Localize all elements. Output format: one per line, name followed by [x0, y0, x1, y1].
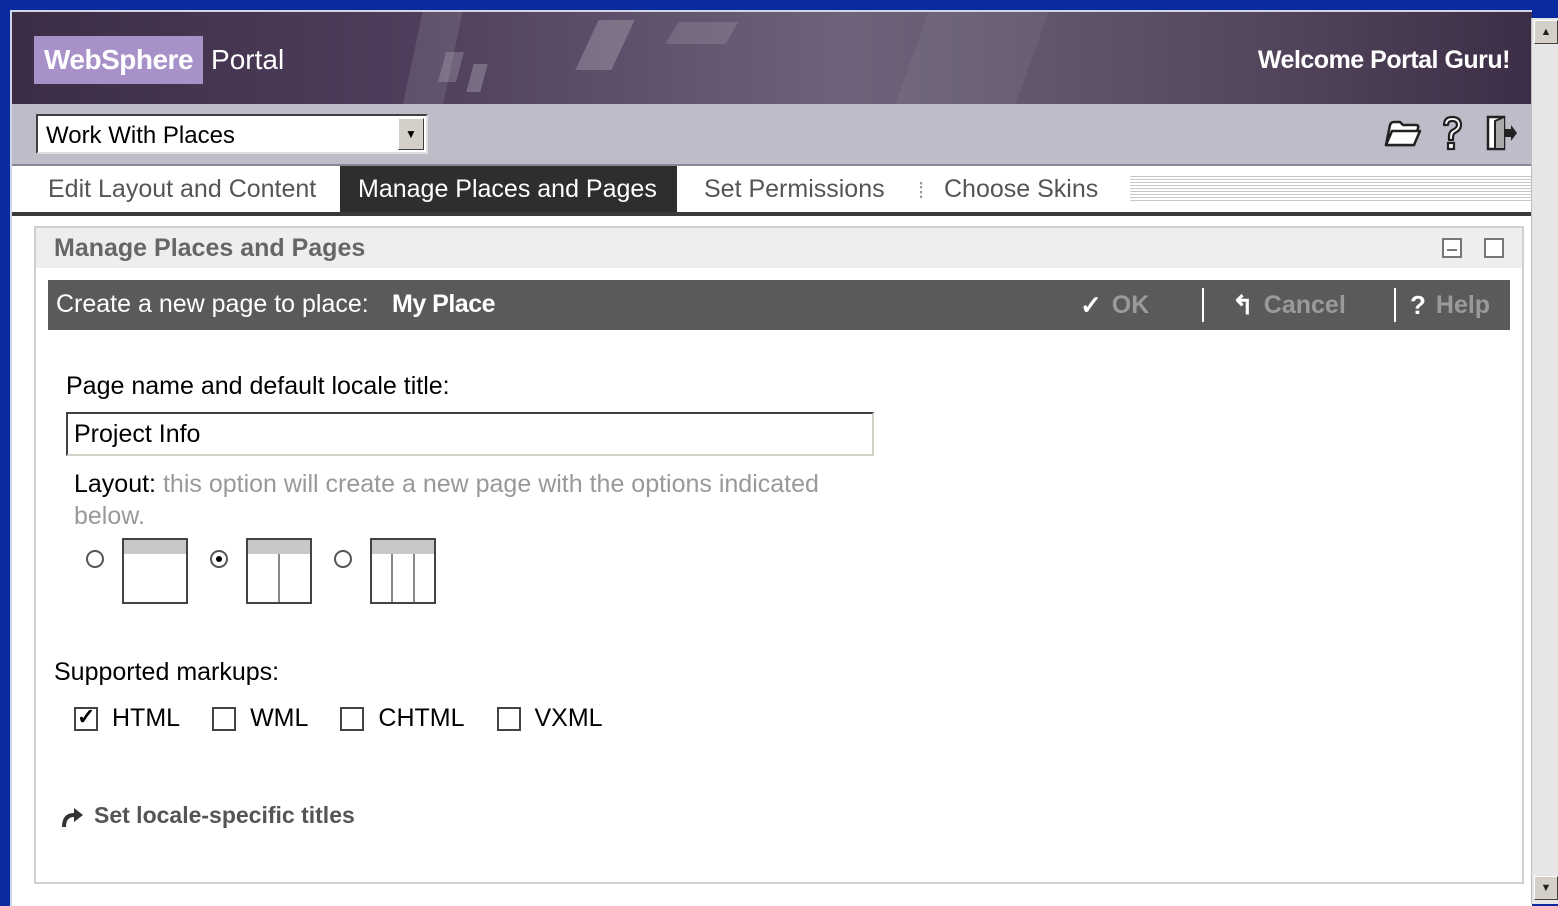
layout-radio-1col[interactable]: [86, 550, 104, 568]
markups-label: Supported markups:: [54, 658, 280, 686]
layout-radio-2col[interactable]: [210, 550, 228, 568]
scroll-up-icon[interactable]: ▲: [1534, 20, 1558, 44]
page-name-label: Page name and default locale title:: [66, 372, 450, 400]
set-locale-titles-link[interactable]: Set locale-specific titles: [58, 802, 355, 829]
vertical-scrollbar[interactable]: ▲ ▼: [1531, 18, 1558, 904]
layout-3-column-icon: [370, 538, 436, 604]
checkmark-icon: ✓: [1080, 290, 1102, 320]
markup-wml-label: WML: [250, 704, 309, 732]
action-bar-label: Create a new page to place:: [56, 290, 369, 318]
redo-arrow-icon: [62, 807, 83, 827]
target-place-name: My Place: [392, 290, 496, 318]
tab-choose-skins[interactable]: Choose Skins: [944, 166, 1098, 212]
portlet-title-bar: Manage Places and Pages: [36, 228, 1522, 268]
portlet-title: Manage Places and Pages: [54, 234, 366, 262]
markup-chtml[interactable]: CHTML: [340, 704, 465, 733]
tab-bar-filler: [1130, 176, 1532, 202]
maximize-icon[interactable]: [1484, 238, 1504, 258]
welcome-message: Welcome Portal Guru!: [1257, 46, 1511, 74]
markup-checkboxes: HTML WML CHTML VXML: [74, 704, 635, 733]
help-button[interactable]: ? Help: [1410, 290, 1490, 321]
markup-html[interactable]: HTML: [74, 704, 180, 733]
markup-wml[interactable]: WML: [212, 704, 308, 733]
portal-banner: WebSphere Portal Welcome Portal Guru!: [12, 12, 1532, 104]
tab-separator: ⁞: [918, 178, 925, 203]
markup-vxml-label: VXML: [534, 704, 603, 732]
checkbox-unchecked[interactable]: [212, 706, 237, 731]
tab-manage-places[interactable]: Manage Places and Pages: [340, 166, 677, 212]
tab-set-permissions[interactable]: Set Permissions: [704, 166, 885, 212]
logo-product: Portal: [211, 44, 285, 75]
portal-toolbar: Work With Places ▼: [12, 104, 1532, 166]
place-select-value: Work With Places: [46, 122, 235, 149]
markup-html-label: HTML: [112, 704, 181, 732]
question-icon: ?: [1410, 290, 1426, 320]
undo-arrow-icon: ↰: [1232, 290, 1254, 320]
page-name-input[interactable]: [66, 412, 874, 456]
layout-description: Layout: this option will create a new pa…: [74, 468, 874, 532]
help-icon[interactable]: [1432, 112, 1472, 154]
layout-help-text: this option will create a new page with …: [74, 470, 819, 530]
cancel-label: Cancel: [1263, 291, 1346, 319]
websphere-logo: WebSphere Portal: [34, 36, 292, 84]
checkbox-unchecked[interactable]: [340, 706, 365, 731]
dropdown-arrow-icon[interactable]: ▼: [398, 118, 424, 150]
place-select[interactable]: Work With Places ▼: [36, 114, 428, 154]
scroll-down-icon[interactable]: ▼: [1534, 876, 1558, 900]
logo-brand: WebSphere: [34, 36, 204, 84]
markup-vxml[interactable]: VXML: [496, 704, 603, 733]
layout-radio-3col[interactable]: [334, 550, 352, 568]
ok-label: OK: [1111, 291, 1150, 319]
layout-2-column-icon: [246, 538, 312, 604]
checkbox-unchecked[interactable]: [496, 706, 521, 731]
markup-chtml-label: CHTML: [378, 704, 465, 732]
minimize-icon[interactable]: [1442, 238, 1462, 258]
ok-button[interactable]: ✓ OK: [1080, 290, 1149, 321]
browser-content: WebSphere Portal Welcome Portal Guru! Wo…: [10, 10, 1532, 906]
help-label: Help: [1435, 291, 1491, 319]
logout-icon[interactable]: [1482, 112, 1522, 154]
action-divider: [1202, 288, 1204, 322]
layout-label: Layout:: [74, 470, 157, 498]
cancel-button[interactable]: ↰ Cancel: [1232, 290, 1346, 321]
portlet-manage-places: Manage Places and Pages Create a new pag…: [34, 226, 1524, 884]
action-bar: Create a new page to place: My Place ✓ O…: [48, 280, 1510, 330]
checkbox-checked[interactable]: [74, 704, 98, 731]
locale-link-label: Set locale-specific titles: [94, 802, 355, 828]
tab-bar: Edit Layout and Content Manage Places an…: [12, 166, 1532, 216]
action-divider: [1394, 288, 1396, 322]
folder-open-icon[interactable]: [1382, 112, 1422, 154]
layout-1-column-icon: [122, 538, 188, 604]
tab-edit-layout[interactable]: Edit Layout and Content: [48, 166, 316, 212]
